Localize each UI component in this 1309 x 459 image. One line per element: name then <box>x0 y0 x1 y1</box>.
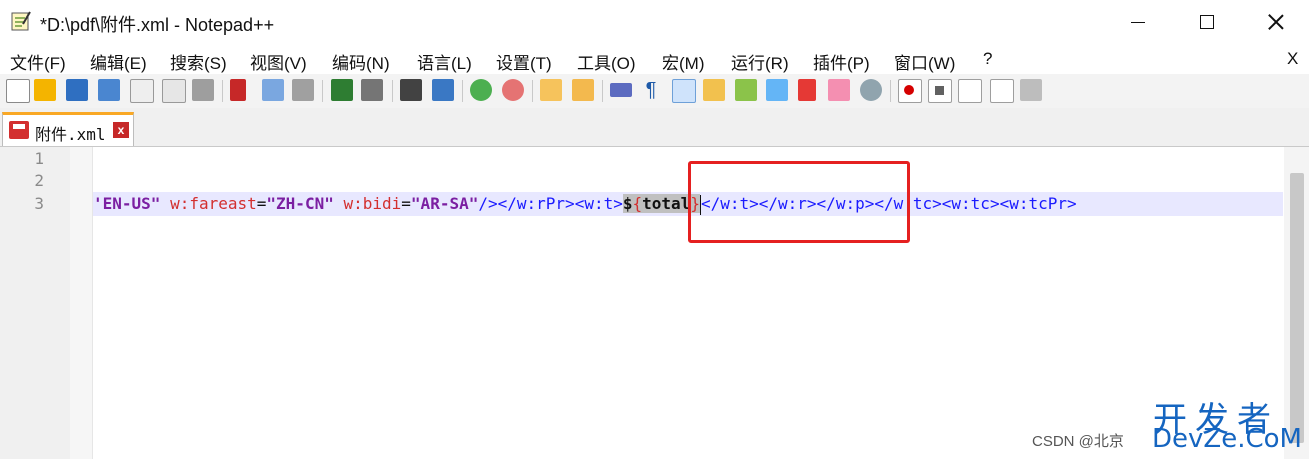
menu-language[interactable]: 语言(L) <box>417 49 472 74</box>
equals-sign: = <box>401 194 411 213</box>
toolbar-separator <box>890 80 891 102</box>
menu-file[interactable]: 文件(F) <box>10 49 66 74</box>
title-bar: *D:\pdf\附件.xml - Notepad++ <box>0 0 1309 44</box>
attr-name: w:bidi <box>333 194 402 213</box>
redo-icon[interactable] <box>361 79 383 101</box>
zoom-in-icon[interactable] <box>470 79 492 101</box>
toolbar: ¶ <box>0 74 1309 109</box>
run-macro-multiple-icon[interactable] <box>990 79 1014 103</box>
new-file-icon[interactable] <box>6 79 30 103</box>
menu-encoding[interactable]: 编码(N) <box>332 49 390 74</box>
menu-settings[interactable]: 设置(T) <box>496 49 552 74</box>
word-wrap-icon[interactable] <box>610 83 632 97</box>
stop-square <box>935 86 944 95</box>
copy-icon[interactable] <box>262 79 284 101</box>
line-number: 3 <box>34 194 44 213</box>
close-window-button[interactable] <box>1241 0 1309 44</box>
maximize-icon <box>1200 15 1214 29</box>
editor-area[interactable]: 1 2 3 'EN-US" w:fareast="ZH-CN" w:bidi="… <box>0 147 1309 459</box>
doc-map-icon[interactable] <box>703 79 725 101</box>
eye-icon[interactable] <box>860 79 882 101</box>
menu-window[interactable]: 窗口(W) <box>894 49 955 74</box>
menu-search[interactable]: 搜索(S) <box>170 49 227 74</box>
menu-run[interactable]: 运行(R) <box>731 49 789 74</box>
menu-help[interactable]: ? <box>983 49 992 69</box>
record-macro-icon[interactable] <box>898 79 922 103</box>
tab-bar: 附件.xml x <box>0 108 1309 147</box>
annotation-highlight-box <box>688 161 910 243</box>
menu-bar: 文件(F) 编辑(E) 搜索(S) 视图(V) 编码(N) 语言(L) 设置(T… <box>0 44 1309 74</box>
window-title: *D:\pdf\附件.xml - Notepad++ <box>40 15 275 35</box>
attr-name: w:fareast <box>160 194 257 213</box>
menu-plugins[interactable]: 插件(P) <box>813 49 870 74</box>
attr-value: "ZH-CN" <box>266 194 334 213</box>
watermark-credit: CSDN @北京 <box>1032 433 1124 450</box>
close-icon <box>1268 14 1284 30</box>
save-macro-icon[interactable] <box>1020 79 1042 101</box>
show-all-chars-icon[interactable]: ¶ <box>640 79 662 101</box>
play-macro-icon[interactable] <box>958 79 982 103</box>
save-all-icon[interactable] <box>98 79 120 101</box>
placeholder-open-brace: { <box>632 194 643 213</box>
close-icon[interactable] <box>130 79 154 103</box>
unsaved-file-icon <box>9 121 29 139</box>
indent-guide-icon[interactable] <box>672 79 696 103</box>
toolbar-separator <box>222 80 223 102</box>
line-number: 2 <box>34 171 44 190</box>
toolbar-separator <box>322 80 323 102</box>
minimize-icon <box>1131 21 1145 23</box>
undo-icon[interactable] <box>331 79 353 101</box>
print-icon[interactable] <box>192 79 214 101</box>
toolbar-separator <box>602 80 603 102</box>
notepad-plus-plus-icon <box>11 11 31 31</box>
zoom-out-icon[interactable] <box>502 79 524 101</box>
fold-margin[interactable] <box>70 147 93 459</box>
line-number: 1 <box>34 149 44 168</box>
record-dot <box>904 85 914 95</box>
attr-value: "AR-SA" <box>410 194 479 213</box>
find-icon[interactable] <box>400 79 422 101</box>
paste-icon[interactable] <box>292 79 314 101</box>
sync-vertical-icon[interactable] <box>540 79 562 101</box>
cut-icon[interactable] <box>230 79 246 101</box>
open-file-icon[interactable] <box>34 79 56 101</box>
close-all-icon[interactable] <box>162 79 186 103</box>
minimize-button[interactable] <box>1103 0 1173 44</box>
equals-sign: = <box>256 194 267 213</box>
function-list-icon[interactable] <box>735 79 757 101</box>
vertical-scrollbar-thumb[interactable] <box>1290 173 1304 443</box>
attr-value: 'EN-US" <box>93 194 161 213</box>
save-icon[interactable] <box>66 79 88 101</box>
line-number-gutter: 1 2 3 <box>0 147 70 459</box>
placeholder-dollar: $ <box>622 194 633 213</box>
tab-close-button[interactable]: x <box>113 122 129 138</box>
toolbar-separator <box>392 80 393 102</box>
sync-horizontal-icon[interactable] <box>572 79 594 101</box>
toolbar-separator <box>462 80 463 102</box>
folder-icon[interactable] <box>798 79 816 101</box>
replace-icon[interactable] <box>432 79 454 101</box>
monitor-icon[interactable] <box>828 79 850 101</box>
menu-macro[interactable]: 宏(M) <box>662 49 704 74</box>
menu-edit[interactable]: 编辑(E) <box>90 49 147 74</box>
stop-macro-icon[interactable] <box>928 79 952 103</box>
maximize-button[interactable] <box>1172 0 1242 44</box>
toolbar-separator <box>532 80 533 102</box>
watermark-site: DevZe.CoM <box>1152 424 1302 454</box>
menu-view[interactable]: 视图(V) <box>250 49 307 74</box>
tab-label: 附件.xml <box>35 125 106 144</box>
tab-document[interactable]: 附件.xml x <box>2 112 134 146</box>
placeholder-name: total <box>642 194 691 213</box>
xml-tags: /></w:rPr><w:t> <box>478 194 623 213</box>
menu-tools[interactable]: 工具(O) <box>577 49 636 74</box>
clipboard-icon[interactable] <box>766 79 788 101</box>
close-document-button[interactable]: X <box>1287 49 1298 69</box>
